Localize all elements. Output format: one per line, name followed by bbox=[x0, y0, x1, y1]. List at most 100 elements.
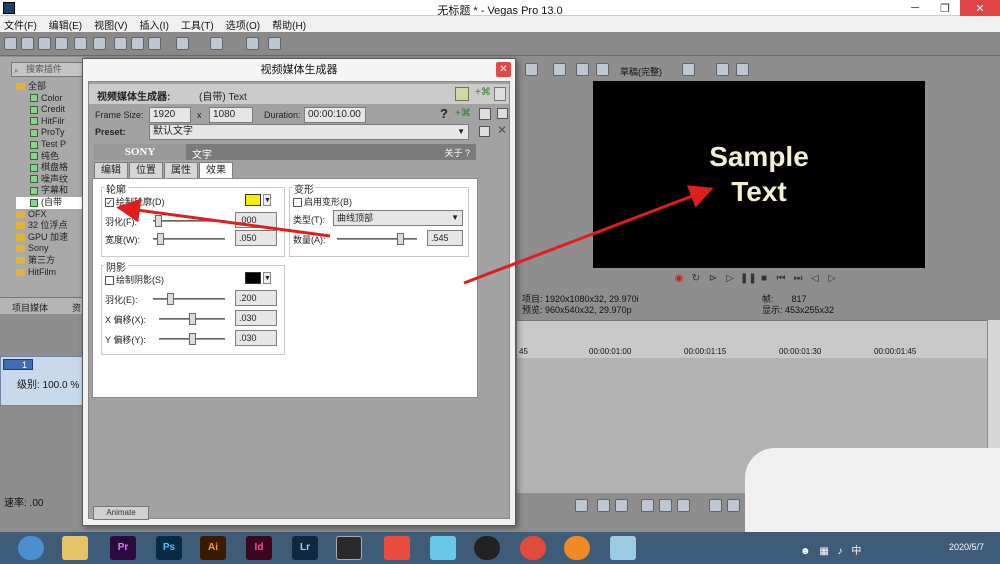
close-window-button[interactable]: ✕ bbox=[960, 0, 1000, 16]
overlays-icon[interactable] bbox=[682, 63, 695, 76]
next-frame-icon[interactable]: ▷ bbox=[825, 272, 839, 286]
menu-edit[interactable]: 编辑(E) bbox=[49, 17, 82, 32]
dialog-close-button[interactable]: ✕ bbox=[496, 62, 511, 77]
loop-icon[interactable]: ↻ bbox=[689, 272, 703, 286]
vegas-taskbar-icon[interactable] bbox=[336, 536, 362, 560]
outline-width-slider[interactable] bbox=[153, 233, 225, 245]
stop-icon[interactable]: ■ bbox=[757, 272, 771, 286]
shadow-feather-input[interactable]: .200 bbox=[235, 290, 277, 306]
lock-envelopes-icon[interactable] bbox=[727, 499, 740, 512]
tab-edit[interactable]: 编辑 bbox=[94, 162, 128, 178]
indesign-icon[interactable]: Id bbox=[246, 536, 272, 560]
tree-item[interactable]: 字幕和 bbox=[16, 185, 83, 197]
tree-item[interactable]: 棋盘格 bbox=[16, 162, 83, 174]
timeline-ruler[interactable]: 45 00:00:01:00 00:00:01:15 00:00:01:30 0… bbox=[517, 320, 1000, 358]
tree-item[interactable]: 纯色 bbox=[16, 151, 83, 163]
tree-item[interactable]: Test P bbox=[16, 139, 83, 151]
tree-item[interactable]: 全部 bbox=[16, 81, 83, 93]
network-icon[interactable]: ▦ bbox=[819, 546, 828, 557]
track-level[interactable]: 级别: 100.0 % bbox=[17, 376, 79, 391]
record-icon[interactable]: ◉ bbox=[672, 272, 686, 286]
menu-view[interactable]: 视图(V) bbox=[94, 17, 127, 32]
render-icon[interactable] bbox=[74, 37, 87, 50]
tree-item[interactable]: ProTy bbox=[16, 127, 83, 139]
shadow-color-swatch[interactable] bbox=[245, 272, 261, 284]
tab-effects[interactable]: 效果 bbox=[199, 162, 233, 179]
outline-feather-input[interactable]: .000 bbox=[235, 212, 277, 228]
tab-properties[interactable]: 属性 bbox=[164, 162, 198, 178]
outline-feather-slider[interactable] bbox=[153, 215, 225, 227]
lightroom-icon[interactable]: Lr bbox=[292, 536, 318, 560]
tab-project-media[interactable]: 项目媒体 bbox=[12, 301, 48, 314]
tree-item[interactable]: Credit bbox=[16, 104, 83, 116]
external-monitor-icon[interactable] bbox=[553, 63, 566, 76]
tree-item[interactable]: 32 位浮点 bbox=[16, 220, 83, 232]
auto-ripple-icon[interactable] bbox=[575, 499, 588, 512]
play-icon[interactable]: ▷ bbox=[723, 272, 737, 286]
region-icon[interactable] bbox=[615, 499, 628, 512]
tree-item[interactable]: 噪声纹 bbox=[16, 174, 83, 186]
marker-icon[interactable] bbox=[597, 499, 610, 512]
tree-item[interactable]: (自带 bbox=[16, 196, 83, 209]
enable-deform-checkbox[interactable]: 启用变形(B) bbox=[293, 195, 352, 208]
draw-shadow-checkbox[interactable]: 绘制阴影(S) bbox=[105, 273, 164, 286]
outline-color-dropdown[interactable]: ▼ bbox=[263, 194, 271, 206]
go-to-end-icon[interactable]: ⏭ bbox=[791, 272, 805, 286]
minimize-button[interactable]: ─ bbox=[900, 0, 930, 16]
properties-icon[interactable] bbox=[93, 37, 106, 50]
premiere-icon[interactable]: Pr bbox=[110, 536, 136, 560]
print-icon[interactable] bbox=[479, 108, 491, 120]
undo-icon[interactable] bbox=[176, 37, 189, 50]
qq-icon[interactable] bbox=[474, 536, 500, 560]
split-screen-icon[interactable] bbox=[596, 63, 609, 76]
animate-button[interactable]: Animate bbox=[93, 506, 149, 520]
help-icon[interactable]: ? bbox=[440, 106, 448, 121]
envelope-tool-icon[interactable] bbox=[659, 499, 672, 512]
plugin-search-input[interactable]: ⌕ 搜索插件 bbox=[11, 62, 83, 77]
notes-app-icon[interactable] bbox=[610, 536, 636, 560]
slider-handle[interactable] bbox=[167, 293, 174, 305]
save-snapshot-icon[interactable] bbox=[736, 63, 749, 76]
snapshot-icon[interactable] bbox=[246, 37, 259, 50]
normal-edit-tool-icon[interactable] bbox=[641, 499, 654, 512]
outline-color-swatch[interactable] bbox=[245, 194, 261, 206]
menu-file[interactable]: 文件(F) bbox=[4, 17, 37, 32]
shadow-color-dropdown[interactable]: ▼ bbox=[263, 272, 271, 284]
open-icon[interactable] bbox=[21, 37, 34, 50]
tree-item[interactable]: Color bbox=[16, 93, 83, 105]
outline-width-input[interactable]: .050 bbox=[235, 230, 277, 246]
illustrator-icon[interactable]: Ai bbox=[200, 536, 226, 560]
plugin-chain-icon[interactable]: +⌘ bbox=[475, 87, 491, 101]
bypass-icon[interactable] bbox=[455, 87, 469, 101]
redo-icon[interactable] bbox=[210, 37, 223, 50]
tree-item[interactable]: HitFilm bbox=[16, 267, 83, 279]
slider-handle[interactable] bbox=[397, 233, 404, 245]
window-icon[interactable] bbox=[497, 108, 508, 119]
plugin-chain-small-icon[interactable]: +⌘ bbox=[455, 108, 471, 119]
menu-options[interactable]: 选项(O) bbox=[226, 17, 260, 32]
copy-icon[interactable] bbox=[131, 37, 144, 50]
deform-type-select[interactable]: 曲线顶部 ▼ bbox=[333, 210, 463, 226]
save-icon[interactable] bbox=[38, 37, 51, 50]
duration-input[interactable]: 00:00:10.00 bbox=[304, 107, 366, 123]
tree-item[interactable]: Sony bbox=[16, 243, 83, 255]
save-preset-icon[interactable] bbox=[479, 126, 490, 137]
deform-amount-slider[interactable] bbox=[337, 233, 417, 245]
copy-snapshot-icon[interactable] bbox=[716, 63, 729, 76]
slider-handle[interactable] bbox=[155, 215, 162, 227]
tab-explorer[interactable]: 资 bbox=[72, 301, 81, 314]
file-explorer-icon[interactable] bbox=[62, 536, 88, 560]
deform-amount-input[interactable]: .545 bbox=[427, 230, 463, 246]
dialog-menu-icon[interactable] bbox=[494, 87, 506, 101]
start-button[interactable] bbox=[18, 536, 44, 560]
shadow-y-offset-slider[interactable] bbox=[159, 333, 225, 345]
previous-frame-icon[interactable]: ◁ bbox=[808, 272, 822, 286]
maximize-button[interactable]: ❐ bbox=[930, 0, 960, 16]
tree-item[interactable]: 第三方 bbox=[16, 255, 83, 267]
media-player-icon[interactable] bbox=[384, 536, 410, 560]
paste-icon[interactable] bbox=[148, 37, 161, 50]
cut-icon[interactable] bbox=[114, 37, 127, 50]
shadow-feather-slider[interactable] bbox=[153, 293, 225, 305]
slider-handle[interactable] bbox=[157, 233, 164, 245]
qq-tray-icon[interactable]: ☻ bbox=[800, 546, 811, 557]
